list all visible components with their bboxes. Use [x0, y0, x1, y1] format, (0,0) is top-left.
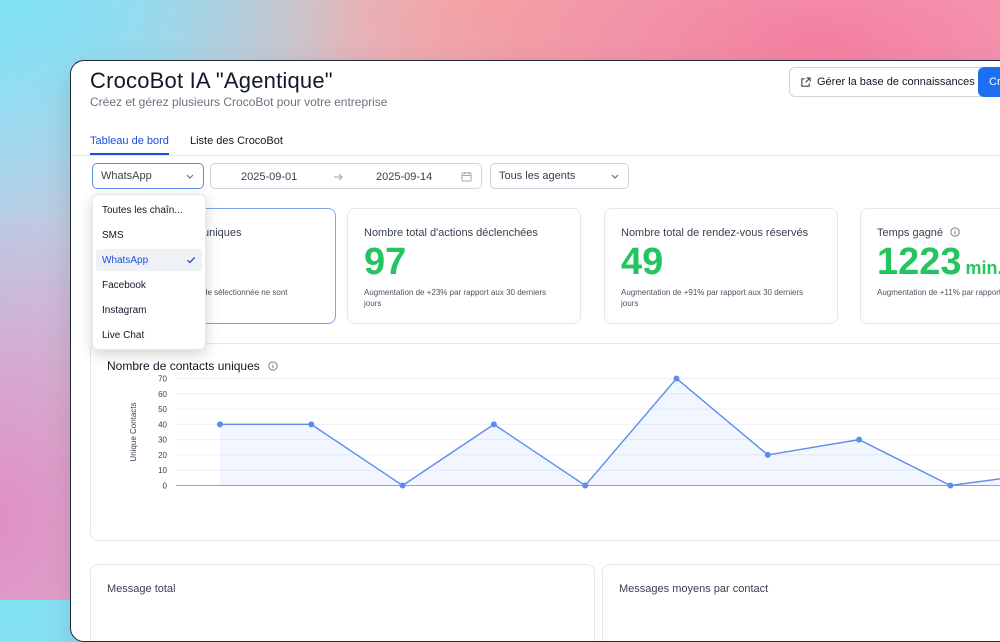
stat-label: uniques — [203, 227, 242, 239]
chevron-down-icon — [611, 174, 619, 179]
page-subtitle: Créez et gérez plusieurs CrocoBot pour v… — [90, 95, 388, 109]
dropdown-option-selected[interactable]: WhatsApp — [96, 249, 202, 271]
agents-select-value: Tous les agents — [499, 170, 576, 182]
stat-card-actions: Nombre total d'actions déclenchées 97 Au… — [347, 208, 581, 324]
line-chart: Unique Contacts 0 10 20 30 40 50 60 70 — [129, 375, 1000, 491]
y-tick-label: 40 — [158, 420, 167, 429]
dropdown-option[interactable]: Live Chat — [96, 324, 202, 346]
stat-label: Nombre total de rendez-vous réservés — [621, 227, 809, 239]
manage-knowledge-base-label: Gérer la base de connaissances — [817, 76, 975, 88]
stat-label-text: Temps gagné — [877, 227, 944, 239]
date-start[interactable]: 2025-09-01 — [241, 171, 297, 183]
tab-crocobot-list[interactable]: Liste des CrocoBot — [190, 135, 283, 153]
stat-unit: min. — [965, 258, 1000, 278]
channel-select[interactable]: WhatsApp — [92, 163, 204, 189]
create-button[interactable]: Cr — [978, 67, 1000, 97]
y-tick-label: 30 — [158, 436, 167, 445]
y-axis-label: Unique Contacts — [129, 402, 138, 461]
stat-card-appointments: Nombre total de rendez-vous réservés 49 … — [604, 208, 838, 324]
avg-messages-card: Messages moyens par contact — [602, 564, 1000, 641]
page-title: CrocoBot IA "Agentique" — [90, 68, 333, 93]
y-tick-label: 70 — [158, 375, 167, 384]
y-tick-label: 50 — [158, 405, 167, 414]
tab-dashboard[interactable]: Tableau de bord — [90, 135, 169, 155]
dropdown-option[interactable]: Toutes les chaîn... — [96, 199, 202, 221]
stat-value: 97 — [364, 241, 407, 283]
app-window: CrocoBot IA "Agentique" Créez et gérez p… — [70, 60, 1000, 642]
chevron-down-icon — [186, 174, 194, 179]
stat-label: Temps gagné — [877, 227, 960, 239]
checkmark-icon — [187, 257, 196, 264]
data-point — [856, 436, 863, 443]
date-range-picker[interactable]: 2025-09-01 2025-09-14 — [210, 163, 482, 189]
channel-dropdown-menu: Toutes les chaîn... SMS WhatsApp Faceboo… — [92, 194, 206, 350]
info-icon[interactable] — [950, 227, 960, 237]
dropdown-option[interactable]: Facebook — [96, 274, 202, 296]
data-point — [490, 421, 497, 428]
data-point — [764, 451, 771, 458]
data-point — [947, 482, 954, 489]
stat-value: 1223 — [877, 241, 962, 283]
y-tick-label: 10 — [158, 466, 167, 475]
stat-note: Augmentation de +23% par rapport aux 30 … — [364, 288, 547, 308]
data-point — [582, 482, 589, 489]
card-label: Messages moyens par contact — [619, 583, 769, 595]
calendar-icon — [461, 172, 472, 182]
external-link-icon — [801, 76, 811, 87]
series-area — [220, 378, 1000, 486]
manage-knowledge-base-button[interactable]: Gérer la base de connaissances — [789, 67, 986, 97]
stat-card-time-saved: Temps gagné 1223 min. Augmentation de +11… — [860, 208, 1000, 324]
data-point — [399, 482, 406, 489]
dropdown-option[interactable]: Instagram — [96, 299, 202, 321]
total-messages-card: Message total — [90, 564, 595, 641]
data-point — [308, 421, 315, 428]
data-point — [673, 375, 680, 382]
card-label: Message total — [107, 583, 176, 595]
stat-value: 49 — [621, 241, 664, 283]
data-point — [217, 421, 223, 428]
stat-note: Augmentation de +91% par rapport aux 30 … — [621, 288, 804, 308]
y-tick-label: 0 — [163, 482, 168, 491]
y-tick-label: 60 — [158, 390, 167, 399]
channel-select-value: WhatsApp — [101, 170, 152, 182]
stat-label: Nombre total d'actions déclenchées — [364, 227, 538, 239]
unique-contacts-chart-card: Nombre de contacts uniques Unique Contac… — [90, 343, 1000, 541]
create-button-label: Cr — [989, 76, 1000, 88]
arrow-right-icon — [334, 173, 343, 181]
agents-select[interactable]: Tous les agents — [490, 163, 629, 189]
date-end[interactable]: 2025-09-14 — [376, 171, 432, 183]
stat-value-wrap: 1223 min. — [877, 241, 1000, 284]
dropdown-option-label: WhatsApp — [102, 254, 149, 266]
dropdown-option[interactable]: SMS — [96, 224, 202, 246]
y-tick-label: 20 — [158, 451, 167, 460]
tab-bar: Tableau de bord Liste des CrocoBot — [71, 129, 1000, 156]
stat-note: Augmentation de +11% par rapport aux 30 … — [877, 288, 1000, 297]
